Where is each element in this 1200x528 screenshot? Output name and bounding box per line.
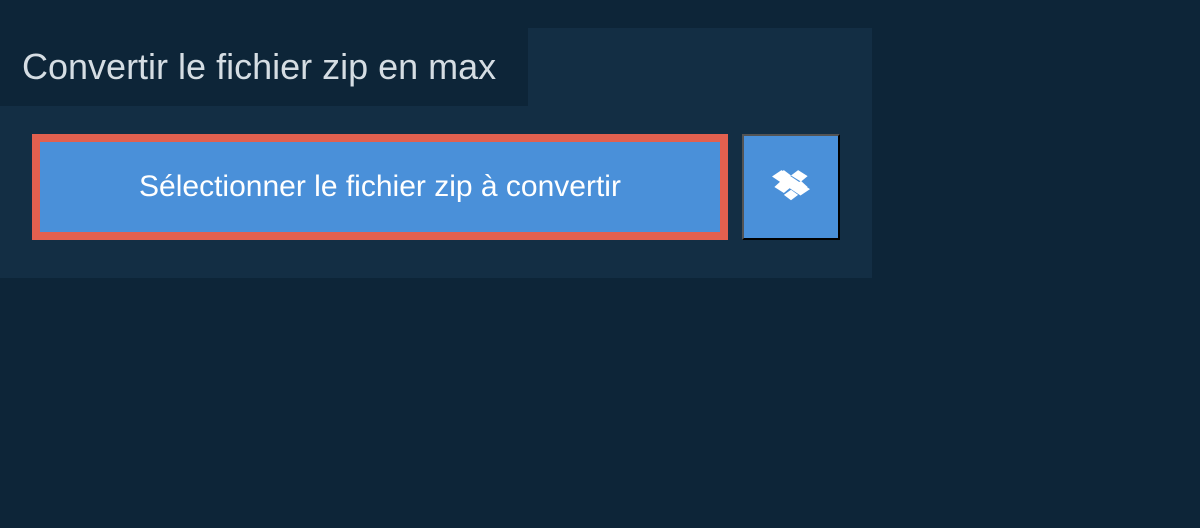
converter-panel: Convertir le fichier zip en max Sélectio… xyxy=(0,28,872,278)
title-bar: Convertir le fichier zip en max xyxy=(0,28,528,106)
select-file-button[interactable]: Sélectionner le fichier zip à convertir xyxy=(32,134,728,240)
button-row: Sélectionner le fichier zip à convertir xyxy=(0,106,872,240)
dropbox-button[interactable] xyxy=(742,134,840,240)
select-file-label: Sélectionner le fichier zip à convertir xyxy=(139,170,621,204)
dropbox-icon xyxy=(772,167,810,208)
page-title: Convertir le fichier zip en max xyxy=(22,46,496,88)
